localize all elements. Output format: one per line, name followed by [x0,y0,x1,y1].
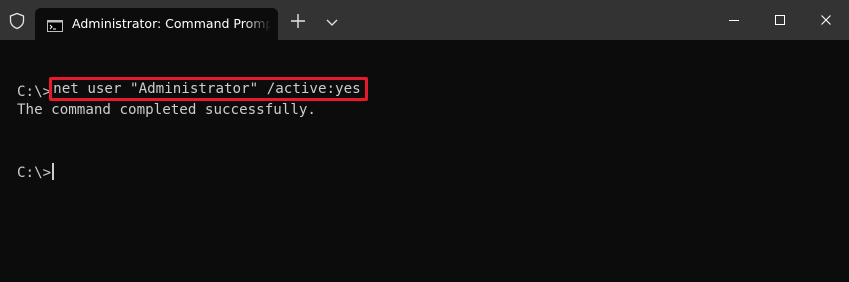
highlighted-command: net user "Administrator" /active:yes [49,77,368,101]
terminal-line: The command completed successfully. [17,101,316,119]
maximize-button[interactable] [757,0,803,40]
minimize-icon [729,20,739,21]
plus-icon [291,14,305,28]
terminal-line: C:\> net user "Administrator" /active:yes [17,77,368,101]
terminal-output[interactable]: C:\> net user "Administrator" /active:yes… [0,40,849,282]
text-cursor [52,163,55,180]
tab-command-prompt[interactable]: Administrator: Command Prompt [35,8,278,40]
close-icon [821,15,831,25]
minimize-button[interactable] [711,0,757,40]
terminal-line: C:\> [17,163,55,181]
maximize-icon [775,15,785,25]
terminal-window: Administrator: Command Prompt C:\> net u… [0,0,849,282]
shield-icon [8,12,26,30]
prompt: C:\> [17,165,52,181]
tab-dropdown-button[interactable] [324,14,340,30]
title-bar[interactable]: Administrator: Command Prompt [0,0,849,40]
tab-title-fade [244,8,278,40]
cmd-icon [47,17,63,32]
prompt: C:\> [17,84,52,100]
command-text: net user "Administrator" /active:yes [53,81,361,97]
close-button[interactable] [803,0,849,40]
chevron-down-icon [326,19,338,26]
command-output: The command completed successfully. [17,102,316,118]
new-tab-button[interactable] [290,13,306,29]
